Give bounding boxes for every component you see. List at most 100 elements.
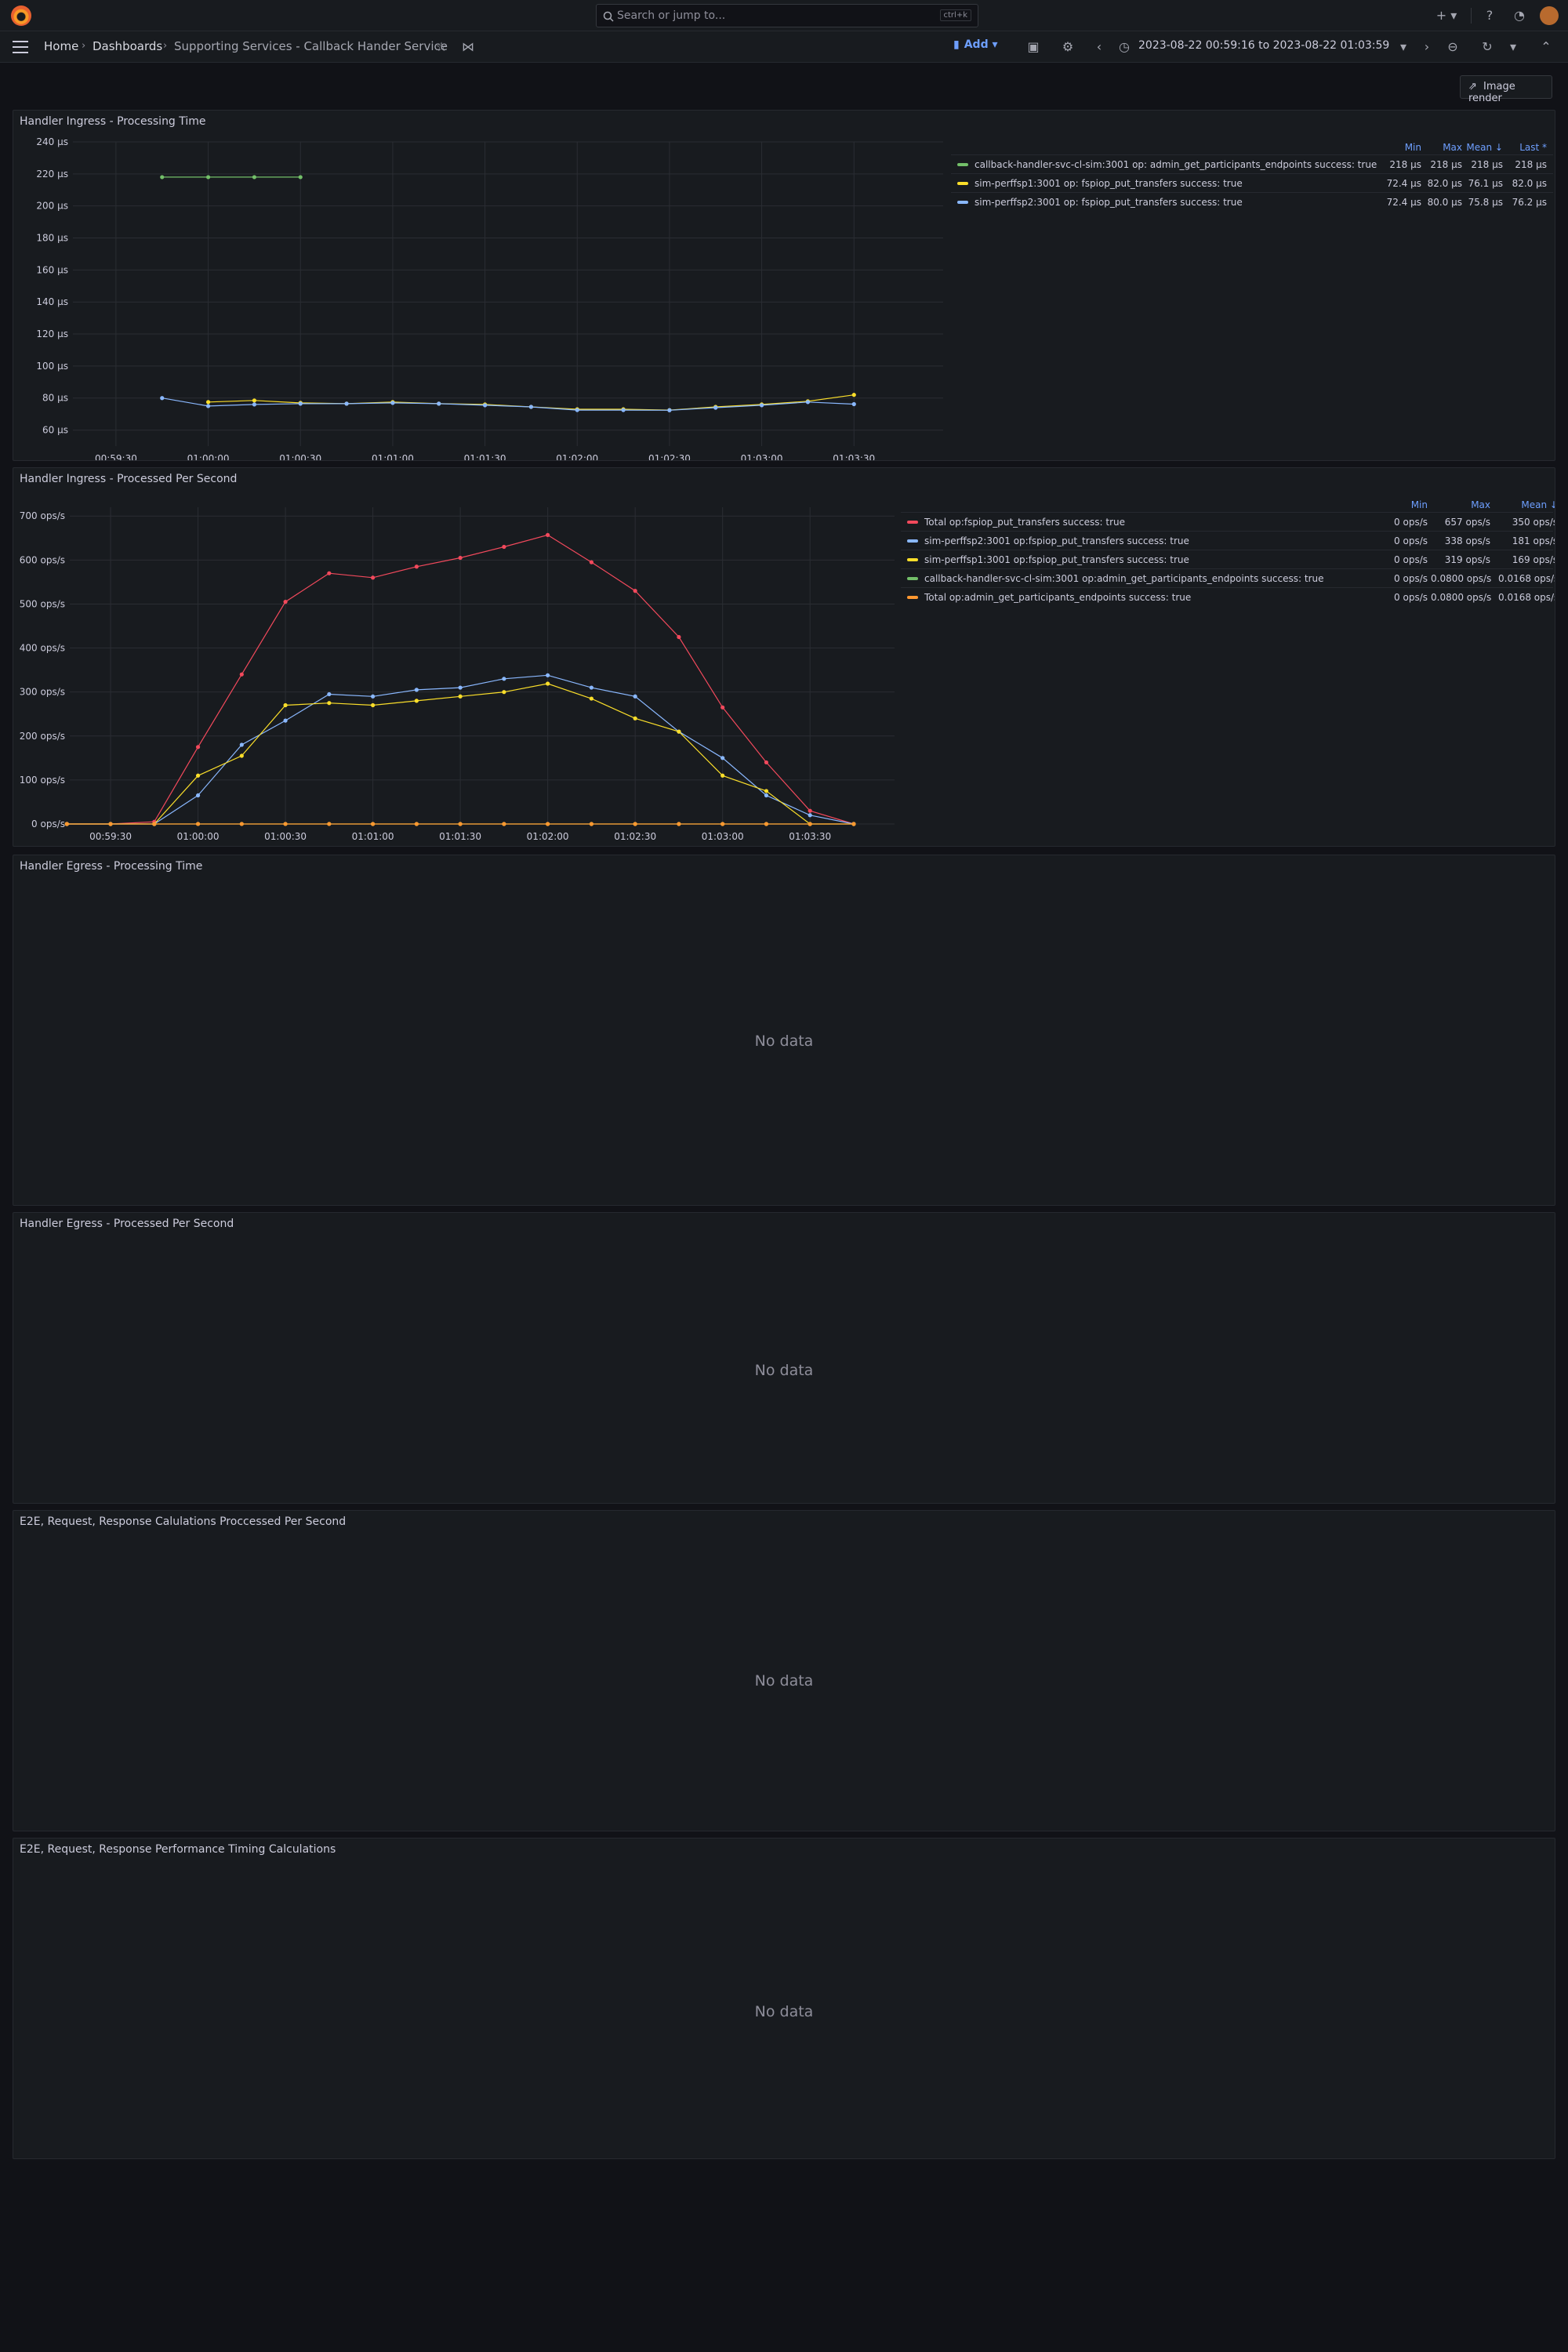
search-bar[interactable]: Search or jump to... ctrl+k — [596, 4, 978, 27]
legend-last: 218 µs — [1515, 159, 1547, 170]
add-button[interactable]: ▮ Add ▾ — [953, 38, 998, 51]
zoom-out-icon[interactable]: ⊖ — [1444, 39, 1461, 55]
legend-item[interactable]: callback-handler-svc-cl-sim:3001 op: adm… — [951, 154, 1553, 173]
legend-header[interactable]: Max — [1431, 499, 1490, 510]
data-point — [195, 773, 201, 778]
legend-max: 0.0800 ops/s — [1431, 592, 1492, 603]
legend-swatch — [957, 163, 968, 166]
star-icon[interactable]: ☆ — [434, 39, 449, 55]
time-range-picker[interactable]: 2023-08-22 00:59:16 to 2023-08-22 01:03:… — [1138, 39, 1389, 52]
data-point — [502, 677, 506, 681]
data-point — [851, 393, 856, 397]
save-icon[interactable]: ▣ — [1025, 39, 1041, 55]
data-point — [195, 793, 201, 798]
time-forward-icon[interactable]: › — [1421, 39, 1433, 55]
y-tick-label: 0 ops/s — [31, 818, 65, 829]
legend-header[interactable]: Mean ↓ — [1498, 499, 1555, 510]
legend-series-name: callback-handler-svc-cl-sim:3001 op: adm… — [975, 159, 1377, 170]
plus-icon[interactable]: + ▾ — [1435, 8, 1458, 24]
rss-icon[interactable]: ◔ — [1512, 8, 1527, 24]
collapse-icon[interactable]: ⌃ — [1540, 39, 1552, 55]
menu-icon[interactable] — [13, 41, 28, 53]
share-icon[interactable]: ⋈ — [460, 39, 476, 55]
divider — [1471, 8, 1472, 24]
data-point — [667, 408, 672, 412]
refresh-icon[interactable]: ↻ — [1479, 39, 1496, 55]
no-data-message: No data — [754, 2003, 814, 2020]
data-point — [633, 822, 637, 826]
y-tick-label: 60 µs — [42, 425, 68, 436]
x-tick-label: 01:01:30 — [464, 453, 506, 461]
legend-item[interactable]: Total op:fspiop_put_transfers success: t… — [901, 512, 1555, 531]
panel-title[interactable]: Handler Egress - Processed Per Second — [20, 1218, 234, 1230]
data-point — [764, 793, 769, 798]
x-tick-label: 01:01:00 — [352, 831, 394, 842]
legend-item[interactable]: sim-perffsp2:3001 op:fspiop_put_transfer… — [901, 531, 1555, 550]
legend-last: 82.0 µs — [1512, 178, 1547, 189]
legend-min: 72.4 µs — [1386, 178, 1421, 189]
data-point — [298, 401, 303, 406]
data-point — [205, 175, 211, 180]
legend-swatch — [907, 539, 918, 543]
legend-header[interactable]: Last * — [1503, 142, 1547, 153]
legend-mean: 75.8 µs — [1468, 197, 1503, 208]
chevron-down-icon[interactable]: ▾ — [1397, 39, 1410, 55]
panel-title[interactable]: Handler Ingress - Processed Per Second — [20, 473, 237, 485]
data-point — [298, 175, 303, 180]
user-avatar[interactable] — [1540, 6, 1559, 25]
breadcrumb-current: Supporting Services - Callback Hander Se… — [174, 39, 448, 53]
data-point — [371, 575, 376, 580]
panel-title[interactable]: E2E, Request, Response Calulations Procc… — [20, 1515, 346, 1528]
data-point — [720, 756, 725, 760]
legend-header[interactable]: Max — [1418, 142, 1462, 153]
legend-last: 0 ops/s — [1552, 573, 1555, 584]
legend-header[interactable]: Last * — [1552, 499, 1555, 510]
legend-item[interactable]: callback-handler-svc-cl-sim:3001 op:admi… — [901, 568, 1555, 587]
legend-series-name: sim-perffsp1:3001 op: fspiop_put_transfe… — [975, 178, 1243, 189]
data-point — [252, 402, 257, 407]
y-tick-label: 120 µs — [36, 328, 68, 339]
refresh-interval-dropdown[interactable]: ▾ — [1507, 39, 1519, 55]
breadcrumb-home[interactable]: Home — [44, 39, 78, 53]
legend-min: 0 ops/s — [1394, 573, 1428, 584]
legend-max: 0.0800 ops/s — [1431, 573, 1492, 584]
panel-title[interactable]: Handler Egress - Processing Time — [20, 860, 202, 873]
image-render-button[interactable]: ⇗ Image render — [1460, 75, 1552, 104]
y-tick-label: 400 ops/s — [20, 643, 65, 654]
data-point — [502, 822, 506, 826]
legend-item[interactable]: sim-perffsp2:3001 op: fspiop_put_transfe… — [951, 192, 1553, 211]
legend-mean: 76.1 µs — [1468, 178, 1503, 189]
legend-series-name: sim-perffsp2:3001 op:fspiop_put_transfer… — [924, 535, 1189, 546]
data-point — [677, 729, 681, 734]
help-icon[interactable]: ? — [1482, 8, 1497, 24]
legend-item[interactable]: sim-perffsp1:3001 op: fspiop_put_transfe… — [951, 173, 1553, 192]
settings-icon[interactable]: ⚙ — [1060, 39, 1076, 55]
data-point — [152, 822, 157, 826]
data-point — [327, 691, 332, 697]
data-point — [805, 400, 811, 405]
legend-header[interactable]: Min — [1377, 142, 1421, 153]
breadcrumb-dashboards[interactable]: Dashboards — [93, 39, 162, 53]
legend-max: 218 µs — [1430, 159, 1462, 170]
processing-time-chart: 60 µs 80 µs 100 µs 120 µs 140 µs 160 µs 180 µs… — [36, 136, 943, 461]
grafana-logo-icon[interactable] — [11, 5, 31, 26]
data-point — [414, 688, 419, 692]
legend-mean: 0.0168 ops/s — [1498, 573, 1555, 584]
data-point — [589, 685, 593, 690]
data-point — [546, 822, 550, 826]
processed-per-second-chart: 0 ops/s 100 ops/s 200 ops/s 300 ops/s 400 op… — [20, 507, 895, 842]
panel-title[interactable]: E2E, Request, Response Performance Timin… — [20, 1843, 336, 1856]
legend-header[interactable]: Mean ↓ — [1459, 142, 1503, 153]
legend-swatch — [957, 182, 968, 185]
data-point — [371, 822, 376, 826]
x-tick-label: 01:00:30 — [264, 831, 307, 842]
legend-item[interactable]: Total op:admin_get_participants_endpoint… — [901, 587, 1555, 606]
time-back-icon[interactable]: ‹ — [1093, 39, 1105, 55]
legend-item[interactable]: sim-perffsp1:3001 op:fspiop_put_transfer… — [901, 550, 1555, 568]
data-point — [239, 822, 244, 826]
legend-header[interactable]: Min — [1368, 499, 1428, 510]
data-point — [195, 745, 201, 750]
legend-swatch — [907, 577, 918, 580]
panel-title[interactable]: Handler Ingress - Processing Time — [20, 115, 206, 128]
data-point — [633, 589, 637, 593]
